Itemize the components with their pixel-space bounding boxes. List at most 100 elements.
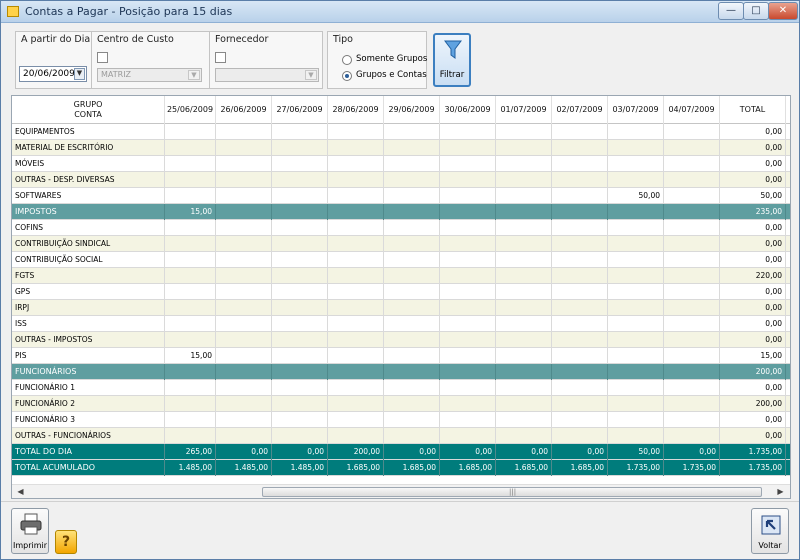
row-value [440, 396, 496, 412]
row-value [608, 156, 664, 172]
row-value [608, 172, 664, 188]
row-value [216, 156, 272, 172]
scroll-left-icon[interactable]: ◀ [14, 486, 27, 498]
row-value [272, 348, 328, 364]
row-value: 1.685,00 [440, 460, 496, 476]
table-row[interactable]: PIS 15,00 15,00 [12, 348, 790, 364]
print-button[interactable]: Imprimir [11, 508, 49, 554]
group-row[interactable]: IMPOSTOS 15,00 235,00 [12, 204, 790, 220]
row-value [496, 140, 552, 156]
back-button[interactable]: Voltar [751, 508, 789, 554]
row-value [216, 252, 272, 268]
maximize-button[interactable]: □ [743, 2, 769, 20]
radio-groups-and-accounts-circle[interactable] [342, 71, 352, 81]
header-date[interactable]: 28/06/2009 [328, 96, 384, 124]
total-row[interactable]: TOTAL ACUMULADO 1.485,00 1.485,00 1.485,00 1… [12, 460, 790, 476]
row-total: 0,00 [720, 236, 786, 252]
help-button[interactable]: ? [55, 530, 77, 554]
row-value [608, 124, 664, 140]
row-value [496, 204, 552, 220]
header-date[interactable]: 27/06/2009 [272, 96, 328, 124]
header-total[interactable]: TOTAL [720, 96, 786, 124]
table-row[interactable]: FUNCIONÁRIO 1 0,00 [12, 380, 790, 396]
row-value [216, 268, 272, 284]
row-value [608, 252, 664, 268]
header-date[interactable]: 02/07/2009 [552, 96, 608, 124]
row-name: FUNCIONÁRIOS [12, 364, 165, 380]
row-value [440, 252, 496, 268]
table-row[interactable]: FUNCIONÁRIO 2 200,00 [12, 396, 790, 412]
header-date[interactable]: 25/06/2009 [165, 96, 216, 124]
total-row[interactable]: TOTAL DO DIA 265,00 0,00 0,00 200,00 0,00 0,00… [12, 444, 790, 460]
filter-button[interactable]: Filtrar [433, 33, 471, 87]
row-total: 0,00 [720, 140, 786, 156]
table-row[interactable]: CONTRIBUIÇÃO SINDICAL 0,00 [12, 236, 790, 252]
row-value [216, 396, 272, 412]
row-value: 1.485,00 [165, 460, 216, 476]
table-row[interactable]: FGTS 220,00 [12, 268, 790, 284]
row-value [552, 204, 608, 220]
row-name: TOTAL ACUMULADO [12, 460, 165, 476]
row-value [552, 220, 608, 236]
date-field[interactable]: 20/06/2009 ▼ [19, 66, 87, 82]
row-value [272, 220, 328, 236]
row-total: 0,00 [720, 252, 786, 268]
scroll-right-icon[interactable]: ▶ [774, 486, 787, 498]
radio-only-groups-circle[interactable] [342, 55, 352, 65]
table-row[interactable]: OUTRAS - FUNCIONÁRIOS 0,00 [12, 428, 790, 444]
table-row[interactable]: EQUIPAMENTOS 0,00 [12, 124, 790, 140]
supplier-checkbox[interactable] [215, 52, 226, 63]
row-value: 1.685,00 [552, 460, 608, 476]
row-value [496, 252, 552, 268]
row-value [165, 156, 216, 172]
row-value [608, 140, 664, 156]
row-value [272, 236, 328, 252]
row-value [664, 268, 720, 284]
row-name: COFINS [12, 220, 165, 236]
row-value: 1.685,00 [328, 460, 384, 476]
row-value [328, 412, 384, 428]
table-row[interactable]: FUNCIONÁRIO 3 0,00 [12, 412, 790, 428]
minimize-button[interactable]: — [718, 2, 744, 20]
table-row[interactable]: ISS 0,00 [12, 316, 790, 332]
row-total: 0,00 [720, 156, 786, 172]
header-date[interactable]: 01/07/2009 [496, 96, 552, 124]
cost-center-select[interactable]: MATRIZ ▼ [97, 68, 202, 82]
table-row[interactable]: MATERIAL DE ESCRITÓRIO 0,00 [12, 140, 790, 156]
row-value [440, 300, 496, 316]
header-date[interactable]: 03/07/2009 [608, 96, 664, 124]
row-value [384, 220, 440, 236]
row-value [216, 316, 272, 332]
table-row[interactable]: GPS 0,00 [12, 284, 790, 300]
table-row[interactable]: IRPJ 0,00 [12, 300, 790, 316]
header-date[interactable]: 04/07/2009 [664, 96, 720, 124]
row-value [664, 332, 720, 348]
close-button[interactable]: ✕ [768, 2, 798, 20]
table-row[interactable]: COFINS 0,00 [12, 220, 790, 236]
header-date[interactable]: 29/06/2009 [384, 96, 440, 124]
row-value [384, 364, 440, 380]
header-date[interactable]: 30/06/2009 [440, 96, 496, 124]
row-value [272, 156, 328, 172]
group-row[interactable]: FUNCIONÁRIOS 200,00 [12, 364, 790, 380]
bottom-bar: Imprimir ? Voltar [1, 501, 799, 559]
row-total: 0,00 [720, 220, 786, 236]
row-value [384, 284, 440, 300]
row-value [165, 172, 216, 188]
row-value [496, 268, 552, 284]
row-value [216, 172, 272, 188]
header-date[interactable]: 26/06/2009 [216, 96, 272, 124]
table-row[interactable]: MÓVEIS 0,00 [12, 156, 790, 172]
supplier-select[interactable]: ▼ [215, 68, 319, 82]
table-row[interactable]: CONTRIBUIÇÃO SOCIAL 0,00 [12, 252, 790, 268]
data-grid[interactable]: GRUPO CONTA 25/06/2009 26/06/2009 27/06/2009… [11, 95, 791, 499]
horizontal-scrollbar[interactable]: ◀ ||| ▶ [12, 484, 790, 498]
table-row[interactable]: OUTRAS - DESP. DIVERSAS 0,00 [12, 172, 790, 188]
date-dropdown-icon[interactable]: ▼ [74, 68, 85, 80]
row-value [496, 316, 552, 332]
row-value [384, 300, 440, 316]
table-row[interactable]: OUTRAS - IMPOSTOS 0,00 [12, 332, 790, 348]
cost-center-checkbox[interactable] [97, 52, 108, 63]
scroll-thumb[interactable]: ||| [262, 487, 762, 497]
table-row[interactable]: SOFTWARES 50,00 50,00 [12, 188, 790, 204]
